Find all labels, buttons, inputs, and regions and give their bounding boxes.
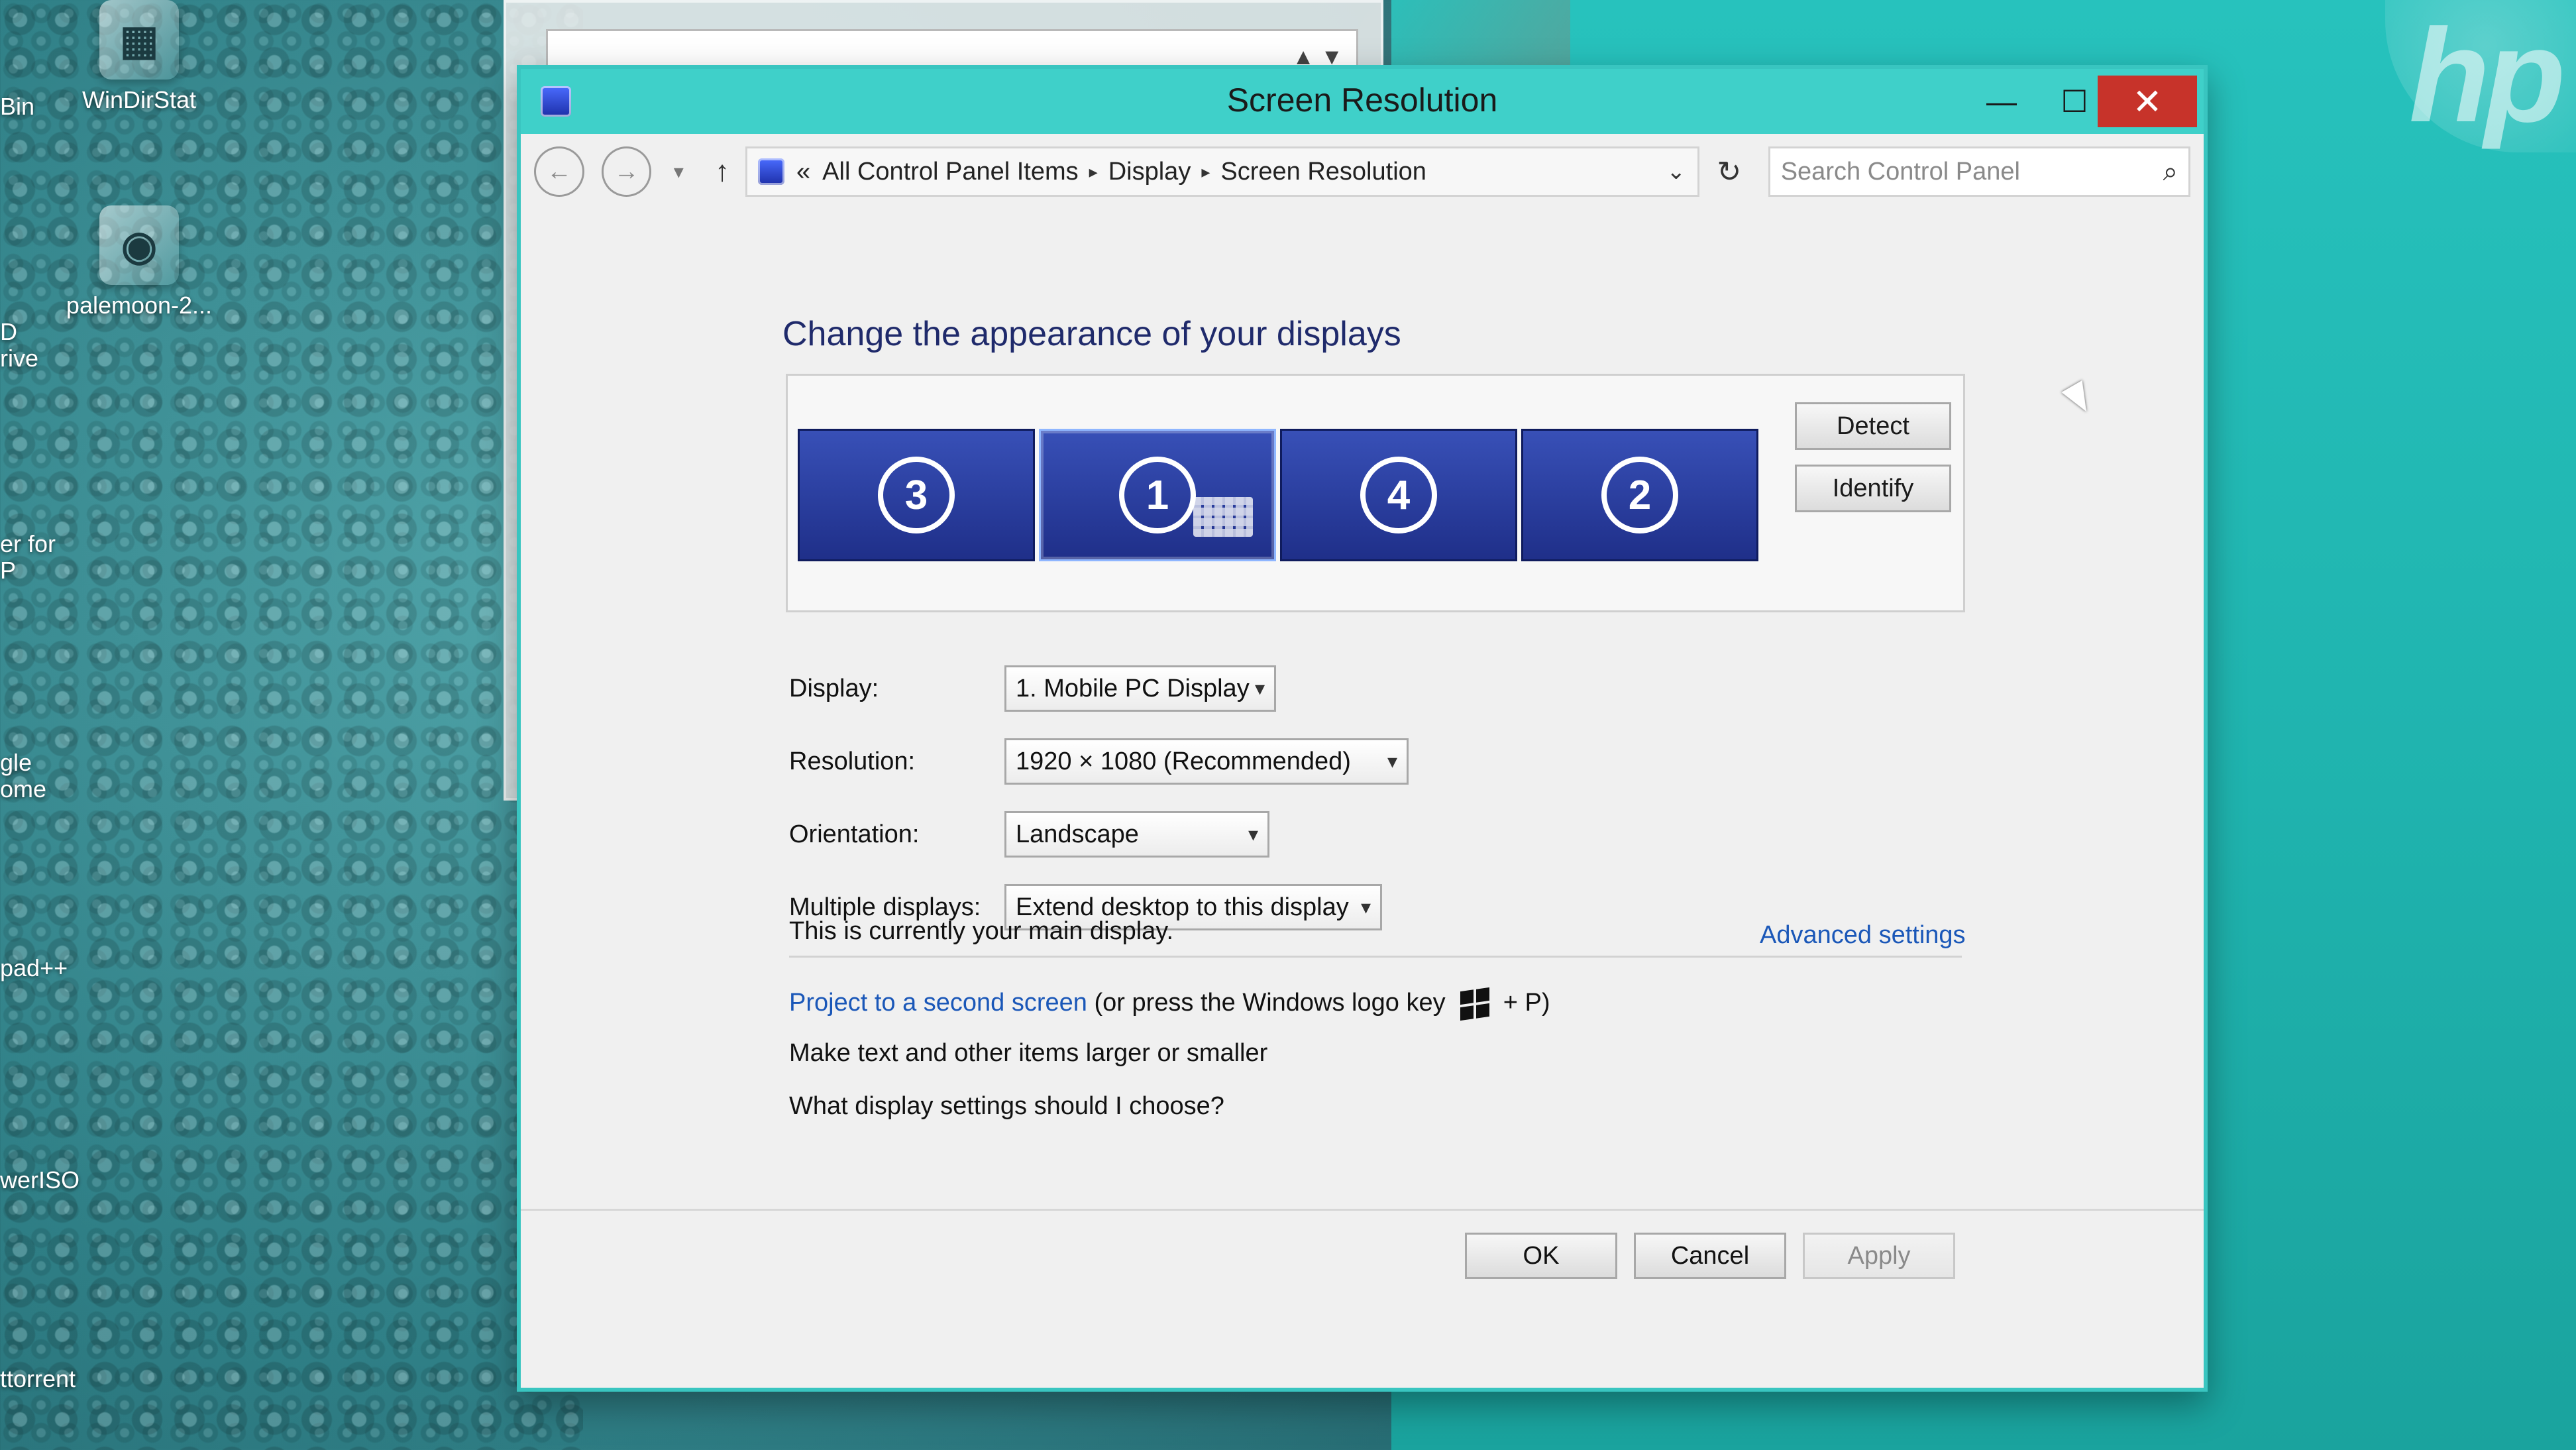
minimize-button[interactable]: — bbox=[1965, 76, 2038, 127]
footer-divider bbox=[521, 1209, 2204, 1211]
control-panel-icon bbox=[758, 158, 785, 185]
forward-button[interactable]: → bbox=[601, 146, 652, 197]
search-placeholder: Search Control Panel bbox=[1780, 157, 2020, 186]
desktop-label-fragment: P bbox=[0, 557, 17, 584]
project-second-screen-link[interactable]: Project to a second screen bbox=[789, 989, 1087, 1017]
project-hint-text: (or press the Windows logo key bbox=[1094, 989, 1446, 1017]
resolution-select[interactable]: 1920 × 1080 (Recommended) ▾ bbox=[1004, 738, 1409, 785]
close-button[interactable]: ✕ bbox=[2098, 76, 2197, 127]
calculator-grid-icon bbox=[1193, 497, 1253, 537]
desktop-label-fragment: rive bbox=[0, 345, 39, 372]
display-select[interactable]: 1. Mobile PC Display ▾ bbox=[1004, 665, 1276, 712]
address-dropdown-icon[interactable]: ⌄ bbox=[1667, 158, 1686, 185]
desktop-icon-windirstat[interactable]: ▦ WinDirStat bbox=[53, 0, 225, 114]
monitor-number: 2 bbox=[1601, 457, 1678, 533]
identify-button[interactable]: Identify bbox=[1795, 465, 1951, 512]
desktop-label-fragment: gle bbox=[0, 749, 32, 776]
chevron-down-icon: ▾ bbox=[1254, 677, 1265, 700]
ok-button[interactable]: OK bbox=[1465, 1233, 1617, 1279]
project-line: Project to a second screen (or press the… bbox=[789, 987, 1550, 1021]
search-input[interactable]: Search Control Panel ⌕ bbox=[1768, 146, 2190, 197]
refresh-button[interactable]: ↻ bbox=[1706, 148, 1752, 195]
desktop-icon-palemoon[interactable]: ◉ palemoon-2... bbox=[53, 205, 225, 319]
display-select-value: 1. Mobile PC Display bbox=[1016, 674, 1250, 702]
chevron-down-icon: ▾ bbox=[1248, 823, 1258, 846]
monitor-1-selected[interactable]: 1 bbox=[1039, 429, 1276, 561]
palemoon-installer-icon: ◉ bbox=[99, 205, 179, 285]
orientation-select-value: Landscape bbox=[1016, 820, 1139, 848]
display-arrangement-panel: 3 1 4 2 Detect Identify bbox=[786, 374, 1965, 612]
resolution-select-value: 1920 × 1080 (Recommended) bbox=[1016, 747, 1351, 775]
windirstat-icon: ▦ bbox=[99, 0, 179, 80]
desktop-label-fragment: ome bbox=[0, 775, 47, 803]
breadcrumb-all-control-panel-items[interactable]: All Control Panel Items bbox=[822, 158, 1079, 186]
chevron-down-icon: ▾ bbox=[1360, 896, 1371, 919]
monitor-2[interactable]: 2 bbox=[1521, 429, 1758, 561]
display-settings-help-link[interactable]: What display settings should I choose? bbox=[789, 1092, 1224, 1121]
windows-logo-icon bbox=[1460, 987, 1490, 1021]
chevron-down-icon: ▾ bbox=[1387, 750, 1397, 773]
desktop-label-fragment: werISO bbox=[0, 1166, 80, 1194]
detect-button[interactable]: Detect bbox=[1795, 402, 1951, 450]
monitor-3[interactable]: 3 bbox=[798, 429, 1035, 561]
monitor-4[interactable]: 4 bbox=[1280, 429, 1517, 561]
monitor-number: 3 bbox=[878, 457, 955, 533]
desktop-label-fragment: D bbox=[0, 318, 17, 345]
recent-locations-button[interactable]: ▾ bbox=[669, 148, 688, 195]
desktop-label-fragment: Bin bbox=[0, 93, 35, 120]
breadcrumb-screen-resolution[interactable]: Screen Resolution bbox=[1220, 158, 1426, 186]
breadcrumb[interactable]: « All Control Panel Items ▸ Display ▸ Sc… bbox=[745, 146, 1700, 197]
apply-button[interactable]: Apply bbox=[1803, 1233, 1955, 1279]
back-button[interactable]: ← bbox=[534, 146, 584, 197]
desktop-label-fragment: er for bbox=[0, 530, 56, 557]
breadcrumb-overflow[interactable]: « bbox=[796, 158, 810, 186]
breadcrumb-separator[interactable]: ▸ bbox=[1089, 162, 1098, 182]
page-title: Change the appearance of your displays bbox=[782, 315, 1401, 353]
resolution-label: Resolution: bbox=[789, 748, 916, 775]
breadcrumb-separator[interactable]: ▸ bbox=[1201, 162, 1210, 182]
monitor-number: 1 bbox=[1119, 457, 1196, 533]
title-bar[interactable]: Screen Resolution — ☐ ✕ bbox=[521, 69, 2204, 134]
screen-resolution-window: Screen Resolution — ☐ ✕ ← → ▾ ↑ « All Co… bbox=[517, 65, 2208, 1392]
desktop-icon-label: palemoon-2... bbox=[66, 292, 213, 319]
section-divider bbox=[789, 956, 1962, 958]
desktop-label-fragment: pad++ bbox=[0, 954, 68, 981]
text-size-link[interactable]: Make text and other items larger or smal… bbox=[789, 1039, 1267, 1068]
search-icon[interactable]: ⌕ bbox=[2163, 157, 2178, 187]
hp-logo: hp bbox=[2385, 0, 2576, 152]
desktop-label-fragment: ttorrent bbox=[0, 1365, 76, 1392]
window-title: Screen Resolution bbox=[1226, 82, 1498, 119]
main-display-status: This is currently your main display. bbox=[789, 917, 1174, 945]
advanced-settings-link[interactable]: Advanced settings bbox=[1760, 921, 1966, 950]
cancel-button[interactable]: Cancel bbox=[1634, 1233, 1786, 1279]
orientation-label: Orientation: bbox=[789, 820, 920, 848]
desktop-icon-label: WinDirStat bbox=[81, 86, 197, 113]
monitor-list: 3 1 4 2 bbox=[798, 429, 1765, 561]
up-level-button[interactable]: ↑ bbox=[706, 148, 739, 195]
monitor-number: 4 bbox=[1360, 457, 1437, 533]
breadcrumb-display[interactable]: Display bbox=[1108, 158, 1191, 186]
content-pane: Change the appearance of your displays 3… bbox=[521, 215, 2204, 1388]
project-hint-shortcut: + P) bbox=[1503, 989, 1550, 1017]
orientation-select[interactable]: Landscape ▾ bbox=[1004, 811, 1269, 858]
display-label: Display: bbox=[789, 675, 879, 702]
address-bar: ← → ▾ ↑ « All Control Panel Items ▸ Disp… bbox=[534, 142, 2190, 201]
